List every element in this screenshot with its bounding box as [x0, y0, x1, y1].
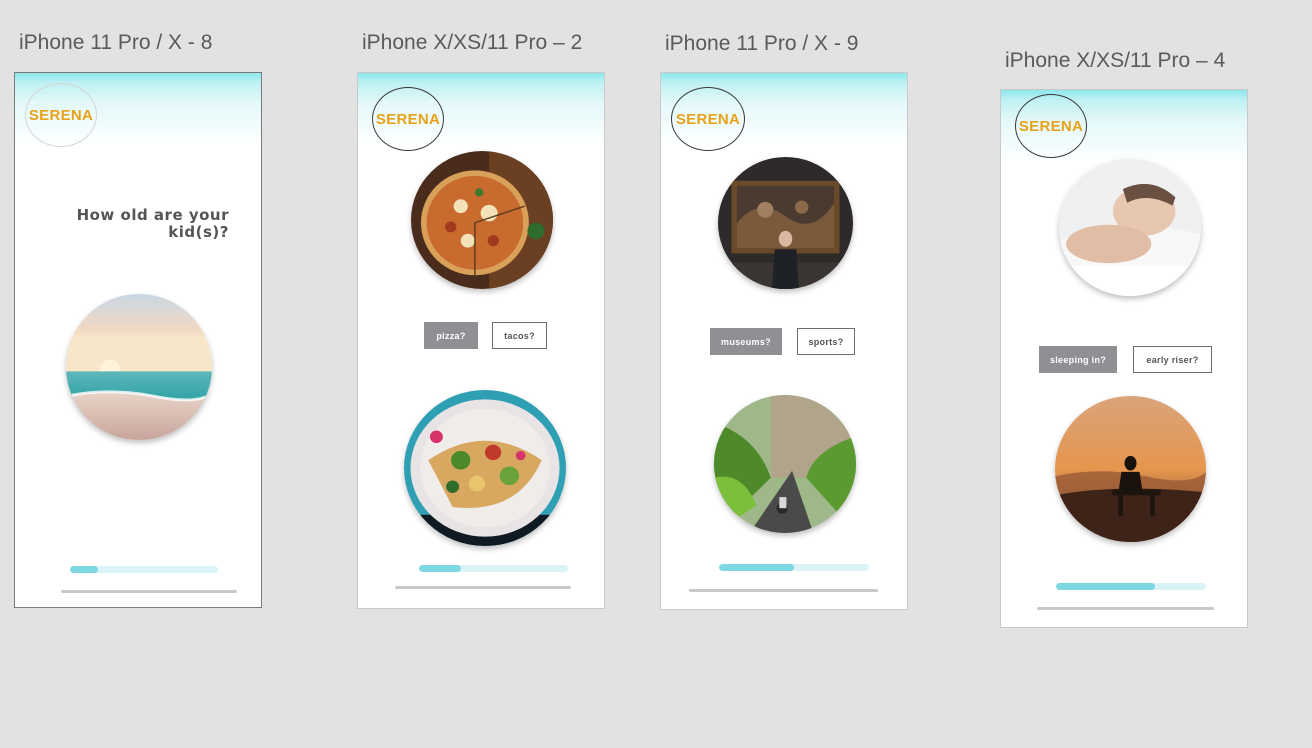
- progress-fill: [1056, 583, 1155, 590]
- progress-fill: [419, 565, 461, 572]
- progress-fill: [70, 566, 99, 573]
- sleeping-man-photo: [1059, 159, 1201, 296]
- early-riser-option-button[interactable]: early riser?: [1133, 346, 1212, 373]
- design-canvas: iPhone 11 Pro / X - 8 SERENA How old are…: [0, 0, 1312, 748]
- artboard-title[interactable]: iPhone 11 Pro / X - 9: [665, 32, 858, 56]
- sleeping-in-option-button[interactable]: sleeping in?: [1039, 346, 1117, 373]
- sunrise-sitting-photo: [1055, 396, 1206, 542]
- serena-logo: SERENA: [671, 87, 745, 151]
- artboard-title[interactable]: iPhone 11 Pro / X - 8: [19, 31, 212, 55]
- artboard-iphone-11-pro-x-9[interactable]: SERENA museums? sports?: [660, 72, 908, 610]
- tacos-photo: [404, 390, 566, 546]
- progress-bar: [719, 564, 869, 571]
- progress-bar: [419, 565, 568, 572]
- logo-text: SERENA: [28, 106, 94, 124]
- home-indicator: [61, 590, 237, 593]
- cyclist-road-photo: [714, 395, 856, 533]
- progress-bar: [70, 566, 218, 573]
- beach-sunset-photo: [66, 294, 212, 440]
- logo-text: SERENA: [1018, 117, 1084, 135]
- museums-option-button[interactable]: museums?: [710, 328, 782, 355]
- pizza-option-button[interactable]: pizza?: [424, 322, 478, 349]
- museum-painting-photo: [718, 157, 853, 289]
- sports-option-button[interactable]: sports?: [797, 328, 855, 355]
- home-indicator: [395, 586, 571, 589]
- home-indicator: [689, 589, 878, 592]
- artboard-title[interactable]: iPhone X/XS/11 Pro – 2: [362, 31, 582, 55]
- progress-bar: [1056, 583, 1206, 590]
- tacos-option-button[interactable]: tacos?: [492, 322, 547, 349]
- artboard-iphone-x-xs-11-pro-4[interactable]: SERENA sleeping in? early riser?: [1000, 89, 1248, 628]
- progress-fill: [719, 564, 794, 571]
- logo-text: SERENA: [675, 110, 741, 128]
- artboard-iphone-x-xs-11-pro-2[interactable]: SERENA pizza? tacos?: [357, 72, 605, 609]
- serena-logo: SERENA: [1015, 94, 1087, 158]
- logo-text: SERENA: [375, 110, 441, 128]
- serena-logo: SERENA: [372, 87, 444, 151]
- serena-logo: SERENA: [25, 83, 97, 147]
- artboard-iphone-11-pro-x-8[interactable]: SERENA How old are your kid(s)?: [14, 72, 262, 608]
- question-text: How old are your kid(s)?: [76, 206, 229, 241]
- artboard-title[interactable]: iPhone X/XS/11 Pro – 4: [1005, 49, 1225, 73]
- home-indicator: [1037, 607, 1214, 610]
- pizza-photo: [411, 151, 553, 289]
